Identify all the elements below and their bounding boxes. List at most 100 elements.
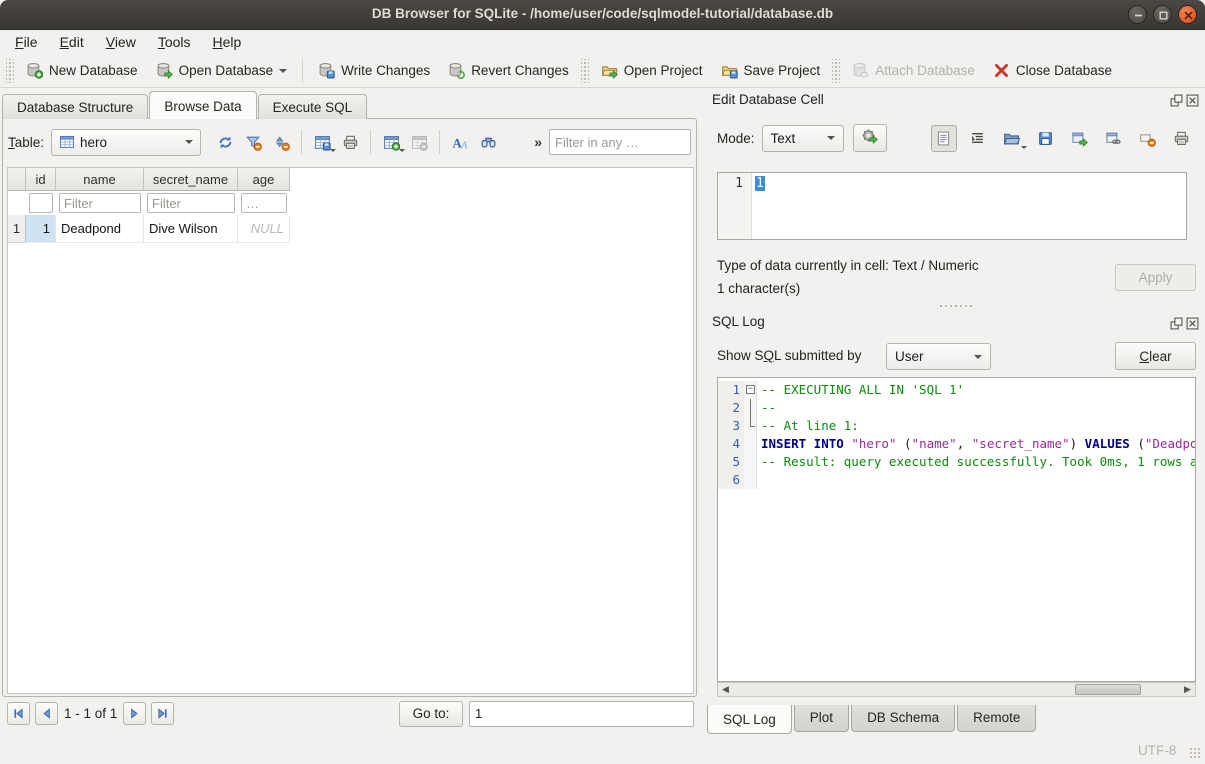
auto-apply-button[interactable] — [853, 124, 887, 152]
column-header-name[interactable]: name — [56, 168, 144, 191]
open-database-button[interactable]: Open Database — [147, 57, 297, 84]
sql-log-filter-select[interactable]: User — [886, 343, 991, 370]
goto-input[interactable] — [469, 701, 694, 727]
refresh-button[interactable] — [213, 129, 237, 155]
scrollbar-track[interactable] — [733, 683, 1180, 696]
copy-link-button[interactable] — [1101, 125, 1127, 152]
revert-changes-button[interactable]: Revert Changes — [439, 57, 578, 84]
tab-browse-data[interactable]: Browse Data — [149, 91, 256, 119]
save-project-button[interactable]: Save Project — [712, 57, 830, 84]
tab-database-structure[interactable]: Database Structure — [2, 94, 148, 119]
filter-input-secret-name[interactable] — [147, 193, 235, 213]
toolbar-handle[interactable] — [832, 59, 840, 83]
maximize-button[interactable] — [1153, 5, 1172, 24]
table-row: 11DeadpondDive WilsonNULL — [8, 215, 693, 243]
apply-button: Apply — [1115, 264, 1196, 291]
close-icon — [1182, 9, 1195, 22]
clear-filters-button[interactable] — [241, 129, 265, 155]
next-record-button[interactable] — [123, 702, 146, 725]
column-header-age[interactable]: age — [238, 168, 290, 191]
toolbar-overflow-chevron[interactable]: » — [534, 134, 542, 150]
tab-sql-log[interactable]: SQL Log — [707, 705, 792, 734]
column-header-id[interactable]: id — [26, 168, 56, 191]
previous-record-button[interactable] — [35, 702, 58, 725]
write-changes-button[interactable]: Write Changes — [309, 57, 439, 84]
cell-name[interactable]: Deadpond — [56, 215, 144, 243]
float-panel-icon[interactable] — [1170, 317, 1183, 330]
print-cell-button[interactable] — [1169, 125, 1195, 152]
set-null-button[interactable] — [1135, 125, 1161, 152]
sql-token: INSERT INTO — [761, 436, 844, 451]
tab-execute-sql[interactable]: Execute SQL — [258, 94, 368, 119]
sql-log-line: 2-- — [718, 399, 1195, 417]
close-button[interactable] — [1178, 5, 1197, 24]
clear-sort-button[interactable] — [269, 129, 293, 155]
filter-cell — [144, 191, 238, 215]
filter-input-name[interactable] — [59, 193, 141, 213]
export-file-button[interactable] — [1033, 125, 1059, 152]
new-record-button[interactable] — [379, 129, 403, 155]
db-close-icon — [993, 62, 1010, 79]
mode-select[interactable]: Text — [762, 125, 844, 152]
close-database-button[interactable]: Close Database — [984, 57, 1121, 84]
clear-log-button[interactable]: Clear — [1115, 342, 1196, 370]
word-wrap-button[interactable] — [965, 125, 991, 152]
tab-db-schema[interactable]: DB Schema — [851, 705, 955, 732]
goto-button[interactable]: Go to: — [399, 701, 463, 727]
tab-plot[interactable]: Plot — [794, 705, 849, 732]
tab-remote[interactable]: Remote — [957, 705, 1036, 732]
scroll-right-arrow[interactable]: ▶ — [1180, 683, 1195, 696]
horizontal-splitter[interactable] — [938, 303, 974, 309]
cell-secret-name[interactable]: Dive Wilson — [144, 215, 238, 243]
menu-tools[interactable]: Tools — [147, 31, 202, 53]
close-panel-icon[interactable] — [1186, 317, 1199, 330]
float-panel-icon[interactable] — [1170, 94, 1183, 107]
menu-edit[interactable]: Edit — [49, 31, 95, 53]
menu-view[interactable]: View — [95, 31, 147, 53]
toolbar-handle[interactable] — [6, 59, 14, 83]
toolbar-button-label: Revert Changes — [471, 63, 569, 78]
toolbar: New DatabaseOpen Database Write Changes Re… — [0, 54, 1205, 88]
table-select[interactable]: hero — [51, 129, 201, 156]
last-record-button[interactable] — [151, 702, 174, 725]
filter-input-id[interactable] — [29, 193, 53, 213]
panel-splitter[interactable] — [698, 118, 706, 718]
scroll-left-arrow[interactable]: ◀ — [718, 683, 733, 696]
last-record-icon — [156, 707, 169, 720]
sql-log-view[interactable]: 1−-- EXECUTING ALL IN 'SQL 1'2--3-- At l… — [717, 377, 1196, 682]
cell-size-label: 1 character(s) — [717, 281, 800, 296]
sql-log-line: 3-- At line 1: — [718, 417, 1195, 435]
filter-input-age[interactable] — [241, 193, 287, 213]
format-button[interactable]: AA — [448, 129, 472, 155]
first-record-button[interactable] — [7, 702, 30, 725]
close-panel-icon[interactable] — [1186, 94, 1199, 107]
db-attach-icon — [852, 62, 869, 79]
cell-id[interactable]: 1 — [26, 215, 56, 243]
text-mode-button[interactable] — [931, 125, 957, 152]
toolbar-handle[interactable] — [581, 59, 589, 83]
import-file-button[interactable] — [999, 125, 1025, 152]
sql-log-line: 1−-- EXECUTING ALL IN 'SQL 1' — [718, 381, 1195, 399]
find-button[interactable] — [476, 129, 500, 155]
cell-age[interactable]: NULL — [238, 215, 290, 243]
new-database-button[interactable]: New Database — [17, 57, 147, 84]
menu-help[interactable]: Help — [202, 31, 253, 53]
record-count-label: 1 - 1 of 1 — [64, 706, 117, 721]
copy-table-button[interactable] — [310, 129, 334, 155]
print-button[interactable] — [338, 129, 362, 155]
row-header[interactable]: 1 — [8, 215, 26, 243]
open-project-button[interactable]: Open Project — [592, 57, 712, 84]
fold-collapse-icon[interactable]: − — [746, 385, 755, 394]
line-number: 5 — [718, 453, 744, 471]
menu-file[interactable]: File — [4, 31, 49, 53]
cell-editor[interactable]: 1 1 — [717, 172, 1187, 240]
sql-log-text — [757, 471, 761, 489]
filter-any-input[interactable] — [549, 129, 691, 155]
scrollbar-thumb[interactable] — [1075, 684, 1141, 695]
column-header-secret-name[interactable]: secret_name — [144, 168, 238, 191]
resize-grip[interactable] — [1189, 747, 1202, 760]
open-external-button[interactable] — [1067, 125, 1093, 152]
minimize-button[interactable] — [1128, 5, 1147, 24]
toolbar-button-label: Write Changes — [341, 63, 430, 78]
toolbar-separator — [439, 130, 440, 154]
